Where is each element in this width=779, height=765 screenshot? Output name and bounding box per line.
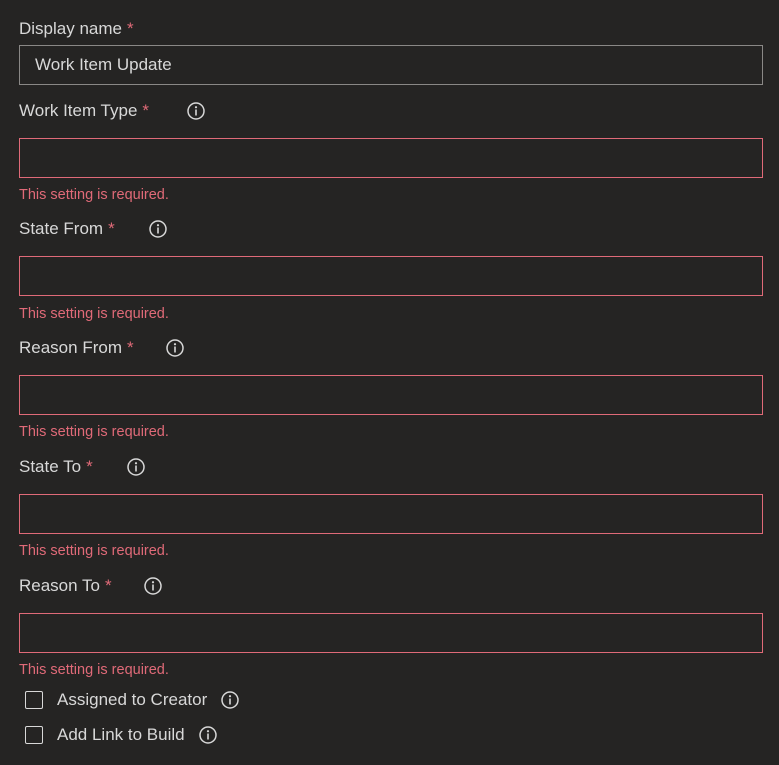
work-item-type-label-text: Work Item Type — [19, 101, 138, 120]
reason-from-error: This setting is required. — [19, 424, 169, 440]
required-asterisk: * — [142, 101, 150, 120]
state-to-label-text: State To — [19, 457, 82, 476]
state-to-label: State To * — [19, 456, 93, 478]
work-item-type-error: This setting is required. — [19, 187, 169, 203]
state-from-error: This setting is required. — [19, 306, 169, 322]
reason-to-error: This setting is required. — [19, 662, 169, 678]
required-asterisk: * — [108, 219, 115, 238]
state-to-input[interactable] — [19, 494, 763, 534]
reason-to-label: Reason To * — [19, 575, 112, 597]
required-asterisk: * — [127, 19, 134, 38]
reason-from-input[interactable] — [19, 375, 763, 415]
work-item-type-label: Work Item Type * — [19, 100, 149, 122]
state-from-input[interactable] — [19, 256, 763, 296]
required-asterisk: * — [126, 338, 134, 357]
work-item-type-input[interactable] — [19, 138, 763, 178]
info-icon[interactable] — [187, 102, 205, 120]
info-icon[interactable] — [127, 458, 145, 476]
add-link-to-build-row: Add Link to Build — [25, 724, 217, 746]
reason-from-label: Reason From * — [19, 337, 134, 359]
required-asterisk: * — [104, 576, 112, 595]
reason-to-input[interactable] — [19, 613, 763, 653]
display-name-input[interactable] — [19, 45, 763, 85]
state-to-error: This setting is required. — [19, 543, 169, 559]
info-icon[interactable] — [149, 220, 167, 238]
display-name-label: Display name * — [19, 18, 134, 40]
reason-to-label-text: Reason To — [19, 576, 100, 595]
assigned-to-creator-checkbox[interactable] — [25, 691, 43, 709]
info-icon[interactable] — [198, 726, 217, 744]
add-link-to-build-label[interactable]: Add Link to Build — [57, 725, 185, 745]
info-icon[interactable] — [144, 577, 162, 595]
display-name-label-text: Display name — [19, 19, 122, 38]
state-from-label-text: State From — [19, 219, 104, 238]
add-link-to-build-checkbox[interactable] — [25, 726, 43, 744]
info-icon[interactable] — [166, 339, 184, 357]
assigned-to-creator-label[interactable]: Assigned to Creator — [57, 690, 207, 710]
settings-form: Display name * Work Item Type * This set… — [0, 0, 779, 765]
assigned-to-creator-row: Assigned to Creator — [25, 689, 239, 711]
reason-from-label-text: Reason From — [19, 338, 122, 357]
state-from-label: State From * — [19, 218, 115, 240]
info-icon[interactable] — [221, 691, 239, 709]
required-asterisk: * — [86, 457, 93, 476]
